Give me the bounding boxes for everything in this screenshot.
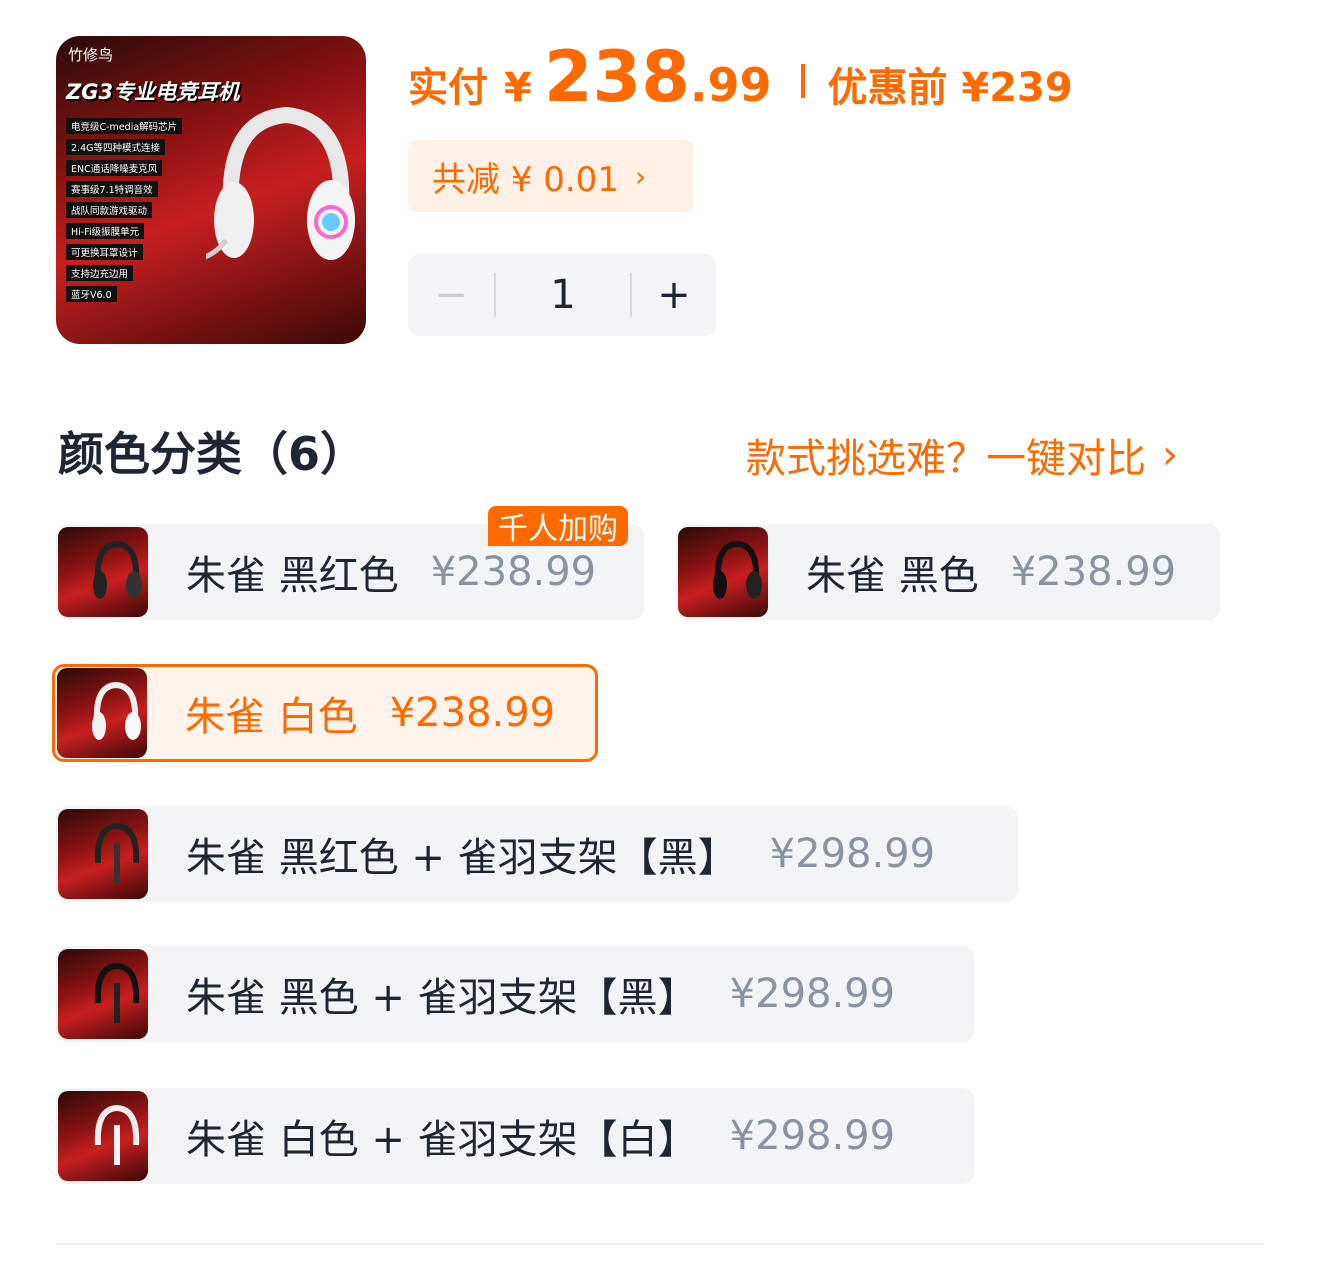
- variant-option[interactable]: 朱雀 黑色 + 雀羽支架【黑】 ¥298.99: [56, 946, 974, 1042]
- feature-item: Hi-Fi级振膜单元: [66, 223, 145, 239]
- variant-option[interactable]: 朱雀 白色 + 雀羽支架【白】 ¥298.99: [56, 1088, 974, 1184]
- currency-symbol: ¥: [504, 65, 532, 111]
- discount-button[interactable]: 共减 ¥ 0.01 ›: [408, 140, 694, 212]
- variant-price: ¥238.99: [430, 549, 597, 595]
- increment-button[interactable]: +: [632, 272, 716, 318]
- compare-label: 款式挑选难？一键对比: [746, 436, 1146, 482]
- variant-price: ¥238.99: [1010, 549, 1177, 595]
- decrement-button[interactable]: −: [408, 272, 494, 318]
- variant-thumbnail: [57, 668, 147, 758]
- feature-item: 电竞级C-media解码芯片: [66, 118, 183, 134]
- headset-illustration: [206, 106, 355, 260]
- variant-thumbnail: [58, 949, 148, 1039]
- variant-name: 朱雀 白色: [185, 694, 358, 740]
- variant-option-selected[interactable]: 朱雀 白色 ¥238.99: [52, 664, 598, 762]
- variant-price: ¥238.99: [389, 690, 556, 736]
- variant-thumbnail: [58, 809, 148, 899]
- discount-label: 共减 ¥ 0.01: [432, 159, 619, 200]
- price-decimal: .99: [689, 58, 772, 112]
- section-title: 颜色分类（6）: [58, 427, 367, 481]
- original-price: 优惠前 ¥239: [827, 65, 1073, 111]
- variant-name: 朱雀 黑色 + 雀羽支架【黑】: [186, 975, 698, 1021]
- feature-item: ENC通话降噪麦克风: [66, 160, 163, 176]
- feature-list: 电竞级C-media解码芯片 2.4G等四种模式连接 ENC通话降噪麦克风 赛事…: [66, 118, 183, 307]
- chevron-right-icon: ›: [1162, 432, 1178, 478]
- feature-item: 赛事级7.1特调音效: [66, 181, 158, 197]
- feature-item: 可更换耳罩设计: [66, 244, 143, 260]
- variant-price: ¥298.99: [729, 971, 896, 1017]
- feature-item: 2.4G等四种模式连接: [66, 139, 165, 155]
- quantity-stepper: − 1 +: [408, 254, 716, 336]
- popular-badge: 千人加购: [488, 506, 628, 547]
- variant-name: 朱雀 黑红色 + 雀羽支架【黑】: [186, 835, 738, 881]
- compare-link[interactable]: 款式挑选难？一键对比 ›: [746, 426, 1178, 484]
- feature-item: 战队同款游戏驱动: [66, 202, 153, 218]
- variant-price: ¥298.99: [729, 1113, 896, 1159]
- variant-price: ¥298.99: [769, 831, 936, 877]
- variant-thumbnail: [58, 1091, 148, 1181]
- chevron-right-icon: ›: [634, 159, 647, 193]
- variant-name: 朱雀 黑色: [806, 553, 979, 599]
- feature-item: 蓝牙V6.0: [66, 286, 117, 302]
- product-image[interactable]: 竹修鸟 ZG3专业电竞耳机 电竞级C-media解码芯片 2.4G等四种模式连接…: [56, 36, 366, 344]
- brand-logo: 竹修鸟: [68, 46, 114, 64]
- variant-thumbnail: [678, 527, 768, 617]
- feature-item: 支持边充边用: [66, 265, 134, 281]
- price-line: 实付 ¥ 238 .99 优惠前 ¥239: [408, 36, 1073, 126]
- price-integer: 238: [543, 36, 690, 118]
- section-divider: [56, 1243, 1264, 1245]
- quantity-value[interactable]: 1: [496, 272, 630, 318]
- price-divider: [801, 64, 806, 98]
- variant-thumbnail: [58, 527, 148, 617]
- variant-name: 朱雀 黑红色: [186, 553, 399, 599]
- variant-option[interactable]: 朱雀 黑色 ¥238.99: [676, 524, 1220, 620]
- variant-option[interactable]: 朱雀 黑红色 + 雀羽支架【黑】 ¥298.99: [56, 806, 1018, 902]
- variant-name: 朱雀 白色 + 雀羽支架【白】: [186, 1117, 698, 1163]
- pay-label: 实付: [408, 65, 488, 111]
